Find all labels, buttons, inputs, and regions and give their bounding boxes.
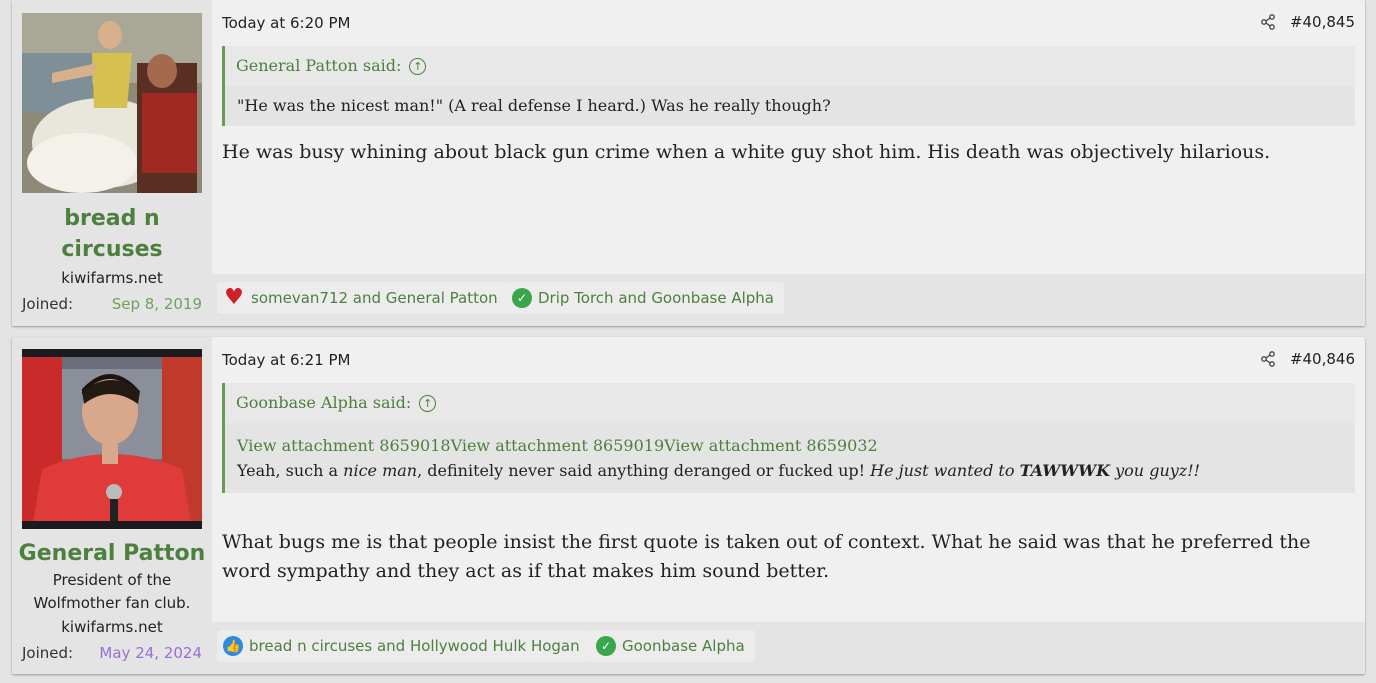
- username[interactable]: General Patton: [12, 538, 212, 569]
- quote-text-part: Yeah, such a: [237, 461, 344, 480]
- reaction-summary[interactable]: 👍 bread n circuses and Hollywood Hulk Ho…: [217, 630, 590, 662]
- quote-text-bold-italic: TAWWWK: [1019, 461, 1111, 480]
- reaction-summary[interactable]: ✓ Drip Torch and Goonbase Alpha: [506, 282, 784, 314]
- quote-text-italic: He just wanted to: [870, 461, 1020, 480]
- post-timestamp[interactable]: Today at 6:20 PM: [222, 14, 350, 32]
- post: bread n circuses kiwifarms.net Joined: S…: [12, 0, 1365, 326]
- message: Today at 6:20 PM #40,845 General Patton …: [212, 0, 1365, 326]
- attachment-links: View attachment 8659018View attachment 8…: [237, 433, 1343, 458]
- post-body: He was busy whining about black gun crim…: [222, 141, 1271, 163]
- share-icon[interactable]: [1260, 351, 1276, 367]
- quote-block: General Patton said: ↑ "He was the nices…: [222, 46, 1355, 126]
- quote-header[interactable]: Goonbase Alpha said: ↑: [225, 383, 1355, 423]
- reaction-users[interactable]: bread n circuses and Hollywood Hulk Hoga…: [249, 637, 580, 655]
- reaction-users[interactable]: somevan712 and General Patton: [251, 289, 498, 307]
- username-line[interactable]: bread n: [12, 203, 212, 234]
- post-number[interactable]: #40,846: [1290, 350, 1355, 368]
- user-site: kiwifarms.net: [61, 618, 163, 636]
- avatar[interactable]: [22, 349, 202, 529]
- user-column: bread n circuses kiwifarms.net Joined: S…: [12, 0, 212, 326]
- jump-up-icon[interactable]: ↑: [419, 394, 437, 412]
- quote-text-italic: nice man: [343, 461, 418, 480]
- joined-row: Joined: May 24, 2024: [22, 644, 202, 662]
- attachment-link[interactable]: View attachment 8659019: [451, 436, 665, 455]
- message: Today at 6:21 PM #40,846 Goonbase Alpha …: [212, 337, 1365, 674]
- quote-content: View attachment 8659018View attachment 8…: [225, 423, 1355, 493]
- joined-row: Joined: Sep 8, 2019: [22, 295, 202, 313]
- quote-text-part: , definitely never said anything derange…: [417, 461, 871, 480]
- post-timestamp[interactable]: Today at 6:21 PM: [222, 351, 350, 369]
- post-meta: #40,845: [1260, 13, 1355, 31]
- post-number[interactable]: #40,845: [1290, 13, 1355, 31]
- quote-block: Goonbase Alpha said: ↑ View attachment 8…: [222, 383, 1355, 493]
- quote-text: "He was the nicest man!" (A real defense…: [237, 96, 831, 115]
- attachment-link[interactable]: View attachment 8659032: [664, 436, 878, 455]
- reaction-users[interactable]: Goonbase Alpha: [622, 637, 745, 655]
- quote-author[interactable]: Goonbase Alpha said:: [236, 383, 411, 423]
- post: General Patton President of the Wolfmoth…: [12, 337, 1365, 674]
- reaction-bar: ♥ somevan712 and General Patton ✓ Drip T…: [212, 274, 1365, 326]
- reaction-summary[interactable]: ♥ somevan712 and General Patton: [217, 282, 508, 314]
- check-icon: ✓: [512, 288, 532, 308]
- user-site: kiwifarms.net: [61, 269, 163, 287]
- attachment-link[interactable]: View attachment 8659018: [237, 436, 451, 455]
- joined-label: Joined:: [22, 295, 74, 313]
- user-title: President of the Wolfmother fan club.: [12, 569, 212, 615]
- user-column: General Patton President of the Wolfmoth…: [12, 337, 212, 674]
- quote-text-italic: you guyz!!: [1110, 461, 1201, 480]
- heart-icon: ♥: [224, 285, 244, 310]
- quote-header[interactable]: General Patton said: ↑: [225, 46, 1355, 86]
- joined-date: Sep 8, 2019: [111, 295, 202, 313]
- jump-up-icon[interactable]: ↑: [409, 57, 427, 75]
- check-icon: ✓: [596, 636, 616, 656]
- quote-text: Yeah, such a nice man, definitely never …: [237, 458, 1343, 483]
- reaction-users[interactable]: Drip Torch and Goonbase Alpha: [538, 289, 774, 307]
- quote-author[interactable]: General Patton said:: [236, 46, 401, 86]
- username-line[interactable]: circuses: [12, 234, 212, 265]
- avatar[interactable]: [22, 13, 202, 193]
- joined-date: May 24, 2024: [99, 644, 202, 662]
- share-icon[interactable]: [1260, 14, 1276, 30]
- reaction-summary[interactable]: ✓ Goonbase Alpha: [590, 630, 755, 662]
- username[interactable]: bread n circuses: [12, 203, 212, 265]
- post-body: What bugs me is that people insist the f…: [222, 531, 1311, 582]
- user-title-line: President of the: [52, 571, 172, 589]
- post-meta: #40,846: [1260, 350, 1355, 368]
- user-title-line: Wolfmother fan club.: [33, 594, 191, 612]
- like-icon: 👍: [223, 636, 243, 656]
- joined-label: Joined:: [22, 644, 74, 662]
- reaction-bar: 👍 bread n circuses and Hollywood Hulk Ho…: [212, 622, 1365, 674]
